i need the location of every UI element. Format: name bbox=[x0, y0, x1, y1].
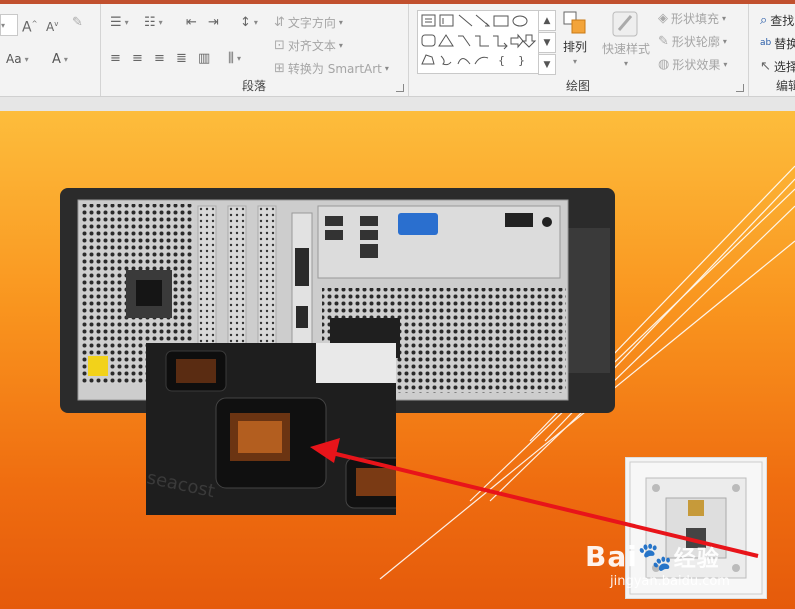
grow-font-icon: A^ bbox=[22, 19, 38, 36]
ribbon: ▾ A^ Av ✎ Aa ▾ A ▾ ☰ ▾ ☷ ▾ ⇤ ⇥ ↕ ▾ ⇵ 文字方向 ▾ ⊡ 对齐… bbox=[0, 0, 795, 96]
editing-group: ⌕ 查找 ab 替换 ↖ 选择 编辑 bbox=[748, 4, 795, 96]
ribbon-bottom-strip bbox=[0, 96, 795, 111]
convert-smartart-button[interactable]: ⊞ 转换为 SmartArt ▾ bbox=[274, 60, 389, 77]
paragraph-group: ☰ ▾ ☷ ▾ ⇤ ⇥ ↕ ▾ ⇵ 文字方向 ▾ ⊡ 对齐文本 ▾ ⊞ 转换为 SmartArt… bbox=[100, 4, 409, 96]
decrease-indent-icon: ⇤ bbox=[186, 15, 197, 30]
columns-button[interactable]: ⫼ ▾ bbox=[228, 52, 241, 65]
columns-icon: ⫼ bbox=[228, 51, 234, 66]
paint-bucket-icon: ◈ bbox=[658, 11, 668, 26]
align-right-icon: ≡ bbox=[154, 51, 165, 66]
font-color-button[interactable]: A ▾ bbox=[52, 52, 68, 67]
chevron-up-icon: ▲ bbox=[543, 15, 551, 26]
align-center-icon: ≡ bbox=[132, 51, 143, 66]
arrange-button[interactable]: 排列 ▾ bbox=[562, 10, 588, 66]
watermark-logo: Bai🐾经验 bbox=[585, 540, 720, 573]
decrease-indent-button[interactable]: ⇤ bbox=[186, 16, 197, 29]
text-direction-button[interactable]: ⇵ 文字方向 ▾ bbox=[274, 14, 343, 31]
paragraph-group-label: 段落 bbox=[241, 79, 266, 93]
svg-text:}: } bbox=[518, 54, 525, 67]
bullets-icon: ☰ bbox=[110, 15, 122, 30]
paragraph-launcher[interactable] bbox=[396, 84, 404, 92]
quick-styles-icon bbox=[612, 11, 638, 37]
replace-button[interactable]: ab 替换 bbox=[760, 35, 795, 52]
search-icon: ⌕ bbox=[760, 13, 768, 28]
gallery-up-button[interactable]: ▲ bbox=[538, 10, 556, 31]
gallery-down-button[interactable]: ▼ bbox=[538, 32, 556, 53]
effects-icon: ◍ bbox=[658, 57, 670, 72]
arrange-icon bbox=[563, 11, 586, 34]
socket-closeup-drawing: seacost bbox=[146, 343, 396, 515]
replace-icon: ab bbox=[760, 38, 772, 48]
quick-styles-button[interactable]: 快速样式 ▾ bbox=[602, 10, 650, 68]
numbering-button[interactable]: ☷ ▾ bbox=[144, 16, 163, 29]
socket-closeup-image[interactable]: seacost bbox=[146, 343, 396, 515]
change-case-button[interactable]: Aa ▾ bbox=[6, 52, 29, 66]
pen-icon: ✎ bbox=[658, 34, 669, 49]
cursor-icon: ↖ bbox=[760, 59, 771, 74]
chevron-down-icon: ▼ bbox=[543, 37, 551, 48]
font-group: ▾ A^ Av ✎ Aa ▾ A ▾ bbox=[0, 4, 101, 96]
distributed-icon: ▥ bbox=[198, 51, 211, 66]
align-text-icon: ⊡ bbox=[274, 38, 285, 53]
shrink-font-button[interactable]: Av bbox=[46, 18, 58, 34]
shrink-font-icon: Av bbox=[46, 20, 59, 34]
paw-icon: 🐾 bbox=[637, 540, 674, 573]
justify-icon: ≣ bbox=[176, 51, 187, 66]
clear-format-button[interactable]: ✎ bbox=[72, 16, 83, 29]
line-spacing-button[interactable]: ↕ ▾ bbox=[240, 16, 258, 29]
align-left-button[interactable]: ≡ bbox=[110, 52, 121, 65]
text-direction-icon: ⇵ bbox=[274, 15, 285, 30]
editing-group-label: 编辑 bbox=[776, 79, 795, 93]
watermark-url: jingyan.baidu.com bbox=[610, 574, 730, 589]
align-center-button[interactable]: ≡ bbox=[132, 52, 143, 65]
gallery-more-button[interactable]: ▼ bbox=[538, 54, 556, 75]
shape-fill-button[interactable]: ◈ 形状填充 ▾ bbox=[658, 10, 726, 27]
line-spacing-icon: ↕ bbox=[240, 15, 251, 30]
drawing-launcher[interactable] bbox=[736, 84, 744, 92]
increase-indent-button[interactable]: ⇥ bbox=[208, 16, 219, 29]
expand-icon: ▼ bbox=[543, 59, 551, 70]
smartart-icon: ⊞ bbox=[274, 61, 285, 76]
svg-text:{: { bbox=[498, 54, 505, 67]
shapes-gallery-icons: { } bbox=[421, 14, 537, 67]
justify-button[interactable]: ≣ bbox=[176, 52, 187, 65]
shapes-gallery-scroll: ▲ ▼ ▼ bbox=[538, 10, 556, 75]
drawing-group-label: 绘图 bbox=[565, 79, 590, 93]
font-size-box[interactable]: ▾ bbox=[0, 14, 18, 36]
bullets-button[interactable]: ☰ ▾ bbox=[110, 16, 129, 29]
shapes-gallery[interactable]: { } bbox=[417, 10, 539, 74]
align-left-icon: ≡ bbox=[110, 51, 121, 66]
eraser-icon: ✎ bbox=[72, 15, 83, 30]
shape-outline-button[interactable]: ✎ 形状轮廓 ▾ bbox=[658, 33, 727, 50]
align-right-button[interactable]: ≡ bbox=[154, 52, 165, 65]
align-text-button[interactable]: ⊡ 对齐文本 ▾ bbox=[274, 37, 343, 54]
increase-indent-icon: ⇥ bbox=[208, 15, 219, 30]
select-button[interactable]: ↖ 选择 bbox=[760, 58, 795, 75]
find-button[interactable]: ⌕ 查找 bbox=[760, 12, 794, 29]
grow-font-button[interactable]: A^ bbox=[22, 18, 37, 35]
distributed-button[interactable]: ▥ bbox=[198, 52, 210, 65]
numbering-icon: ☷ bbox=[144, 15, 156, 30]
shape-effects-button[interactable]: ◍ 形状效果 ▾ bbox=[658, 56, 727, 73]
